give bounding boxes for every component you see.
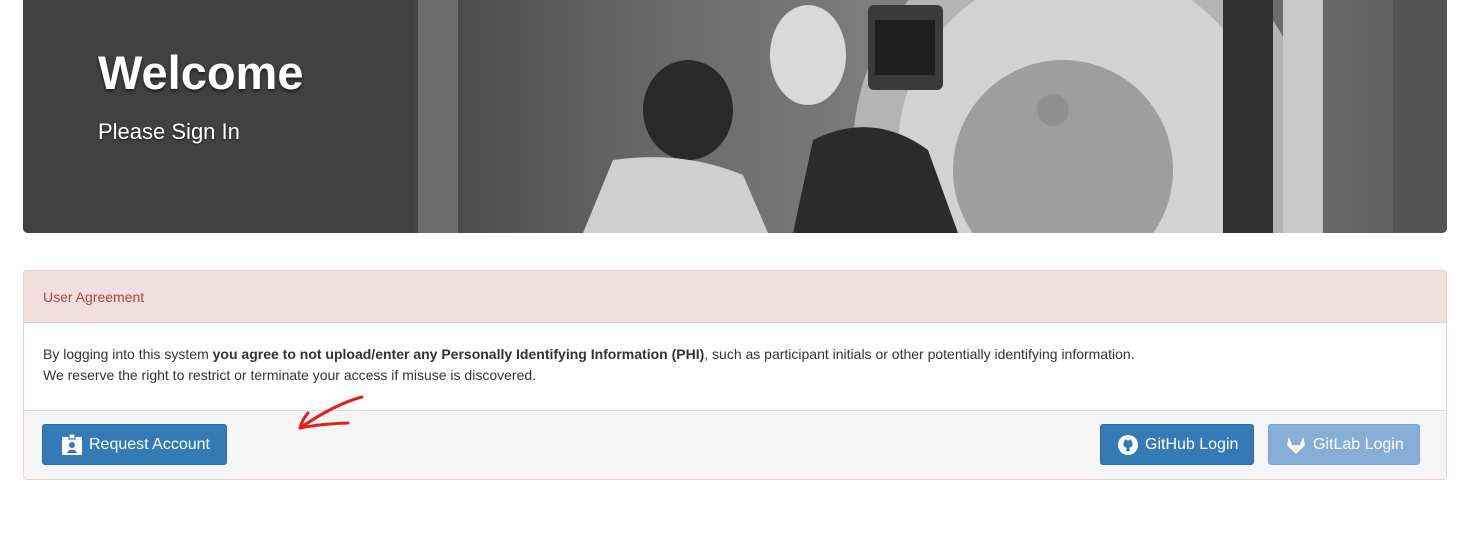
page-title: Welcome — [98, 46, 304, 99]
github-login-label: GitHub Login — [1145, 436, 1239, 453]
panel-heading: User Agreement — [24, 271, 1446, 323]
red-arrow-annotation — [298, 395, 364, 430]
agreement-text-line2: We reserve the right to restrict or term… — [43, 367, 537, 383]
github-icon — [1117, 434, 1139, 456]
gitlab-icon — [1285, 434, 1307, 456]
request-account-label: Request Account — [89, 436, 210, 453]
welcome-banner: Welcome Please Sign In — [23, 0, 1447, 233]
panel-footer: Request Account GitHub Login GitLab Logi… — [24, 410, 1446, 479]
request-account-button[interactable]: Request Account — [42, 424, 227, 465]
agreement-text: By logging into this system you agree to… — [24, 323, 1446, 410]
page-subtitle: Please Sign In — [98, 119, 240, 144]
agreement-text-end: , such as participant initials or other … — [704, 346, 1135, 362]
gitlab-login-button[interactable]: GitLab Login — [1268, 424, 1420, 465]
agreement-text-bold: you agree to not upload/enter any Person… — [212, 346, 705, 362]
github-login-button[interactable]: GitHub Login — [1100, 424, 1255, 465]
agreement-text-start: By logging into this system — [43, 346, 213, 362]
user-agreement-panel: User Agreement By logging into this syst… — [23, 270, 1447, 480]
id-badge-icon — [61, 433, 83, 456]
gitlab-login-label: GitLab Login — [1313, 436, 1404, 453]
